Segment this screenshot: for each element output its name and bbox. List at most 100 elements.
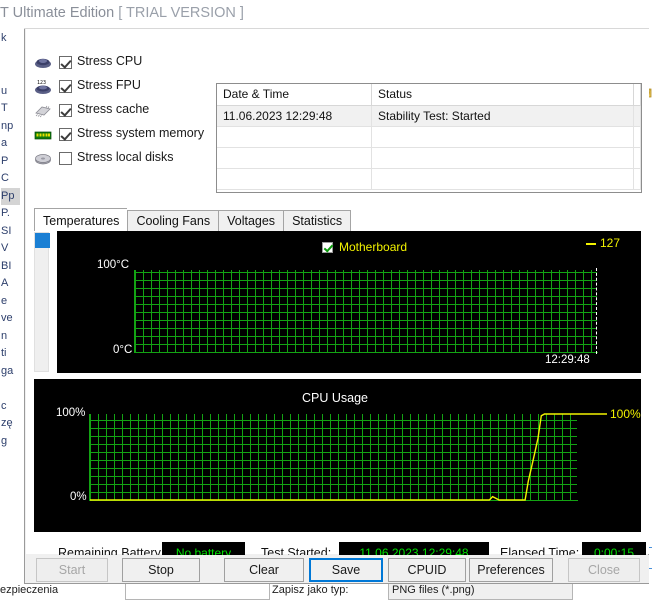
bg-list-item: a [1, 137, 8, 149]
bg-list-item: ti [1, 347, 7, 359]
temp-axis-min-label: 0°C [113, 344, 133, 356]
table-header-row: Date & Time Status [217, 84, 641, 106]
bg-footer-right-text: PNG files (*.png) [392, 584, 475, 596]
stress-cpu-label: Stress CPU [77, 54, 143, 68]
column-header-status[interactable]: Status [372, 84, 634, 106]
tab-statistics[interactable]: Statistics [283, 210, 352, 232]
bg-list-item: u [1, 84, 8, 97]
bg-footer-left-text: ezpieczenia [0, 584, 59, 596]
temp-axis-max-label: 100°C [97, 259, 130, 271]
bg-list-item: T [1, 102, 8, 114]
table-row[interactable]: 11.06.2023 12:29:48 Stability Test: Star… [217, 106, 641, 127]
cell-spacer [634, 169, 641, 190]
stress-cache-label: Stress cache [77, 102, 150, 116]
background-file-list[interactable]: k u T np a P C Pp P. SI V BI A e ve n ti… [0, 30, 20, 525]
cell-status [372, 169, 634, 190]
bg-list-item: P. [1, 207, 10, 219]
cpu-axis-min-label: 0% [70, 491, 87, 503]
cache-chip-icon [34, 103, 52, 119]
event-log-table[interactable]: Date & Time Status 11.06.2023 12:29:48 S… [216, 83, 642, 193]
stress-fpu-checkbox[interactable] [59, 80, 72, 93]
scrollbar-thumb[interactable] [35, 233, 50, 248]
bg-list-item: V [1, 242, 9, 254]
stability-test-window: Stress CPU 123 Stress FPU Stress cache S… [24, 29, 649, 584]
cell-spacer [634, 148, 641, 169]
column-header-datetime[interactable]: Date & Time [217, 84, 372, 106]
cpu-current-value: 100% [610, 407, 641, 421]
temp-plot-grid [135, 270, 597, 352]
svg-text:123: 123 [37, 80, 46, 86]
temperature-list-scrollbar[interactable] [34, 232, 50, 372]
cell-datetime [217, 148, 372, 169]
background-dialog-footer: ezpieczenia Zapisz jako typ: PNG files (… [0, 583, 652, 601]
clear-button[interactable]: Clear [224, 558, 304, 582]
tab-cooling-fans[interactable]: Cooling Fans [127, 210, 219, 232]
cpu-usage-graph[interactable]: CPU Usage 100% 0% 100% [34, 379, 641, 532]
cell-status: Stability Test: Started [372, 106, 634, 127]
memory-module-icon [34, 127, 52, 143]
stress-option-cpu[interactable]: Stress CPU [34, 52, 199, 76]
fpu-chip-icon: 123 [34, 79, 52, 95]
bg-list-item: n [1, 329, 8, 342]
cpuid-button[interactable]: CPUID [388, 558, 466, 582]
cell-status [372, 148, 634, 169]
cell-spacer [634, 127, 641, 148]
save-button[interactable]: Save [309, 558, 383, 582]
bg-list-item: e [1, 294, 8, 307]
window-title-bar: T Ultimate Edition [ TRIAL VERSION ] [0, 0, 652, 26]
bg-list-item-selected: Pp [1, 187, 20, 205]
cpu-usage-title: CPU Usage [302, 391, 368, 405]
stress-option-disks[interactable]: Stress local disks [34, 148, 199, 172]
tab-temperatures[interactable]: Temperatures [34, 208, 128, 232]
stop-button[interactable]: Stop [122, 558, 200, 582]
close-button[interactable]: Close [568, 558, 640, 582]
bg-list-item: g [1, 434, 8, 447]
tab-voltages[interactable]: Voltages [218, 210, 284, 232]
bg-list-item: SI [1, 224, 12, 237]
table-row[interactable] [217, 148, 641, 169]
stress-option-memory[interactable]: Stress system memory [34, 124, 204, 148]
tab-bar: Temperatures Cooling Fans Voltages Stati… [34, 208, 352, 232]
current-value-marker-icon [586, 243, 596, 245]
window-title-text: T Ultimate Edition [0, 5, 115, 21]
stress-memory-checkbox[interactable] [59, 128, 72, 141]
charts-area: Motherboard 127 100°C 0°C 12:29:48 CPU U… [34, 231, 641, 532]
stress-cpu-checkbox[interactable] [59, 56, 72, 69]
bg-footer-middle-text: Zapisz jako typ: [272, 584, 349, 596]
bg-list-item [1, 48, 20, 66]
bg-list-item [1, 380, 20, 398]
stress-option-fpu[interactable]: 123 Stress FPU [34, 76, 199, 100]
button-bar: Start Stop Clear Save CPUID Preferences … [26, 555, 649, 583]
window-client-area: Stress CPU 123 Stress FPU Stress cache S… [26, 29, 649, 565]
table-row[interactable] [217, 127, 641, 148]
bg-list-item: k [1, 32, 7, 44]
bg-list-item: ve [1, 312, 13, 324]
cell-spacer [634, 106, 641, 127]
cell-datetime [217, 169, 372, 190]
trial-version-label: [ TRIAL VERSION ] [118, 5, 244, 21]
temp-axis-time-label: 12:29:48 [545, 354, 590, 366]
stress-disks-label: Stress local disks [77, 150, 174, 164]
bg-list-item: P [1, 154, 9, 167]
stress-cache-checkbox[interactable] [59, 104, 72, 117]
bg-filename-field[interactable] [125, 583, 270, 600]
stress-option-cache[interactable]: Stress cache [34, 100, 199, 124]
temperatures-graph[interactable]: Motherboard 127 100°C 0°C 12:29:48 [57, 231, 641, 373]
temp-x-axis [134, 352, 598, 353]
temperature-current-value: 127 [600, 236, 621, 250]
preferences-button[interactable]: Preferences [469, 558, 553, 582]
table-row[interactable] [217, 169, 641, 190]
start-button[interactable]: Start [36, 558, 108, 582]
cell-datetime [217, 127, 372, 148]
bg-list-item: np [1, 119, 14, 132]
cpu-usage-series [89, 412, 609, 504]
bg-list-item: zę [1, 417, 13, 429]
motherboard-legend-checkbox[interactable] [322, 242, 333, 253]
temp-y-axis [134, 270, 135, 353]
stress-disks-checkbox[interactable] [59, 152, 72, 165]
bg-list-item: ga [1, 364, 14, 377]
stress-memory-label: Stress system memory [77, 126, 205, 140]
column-header-spacer [634, 84, 641, 106]
hard-disk-icon [34, 151, 52, 167]
bg-list-item: C [1, 172, 9, 184]
